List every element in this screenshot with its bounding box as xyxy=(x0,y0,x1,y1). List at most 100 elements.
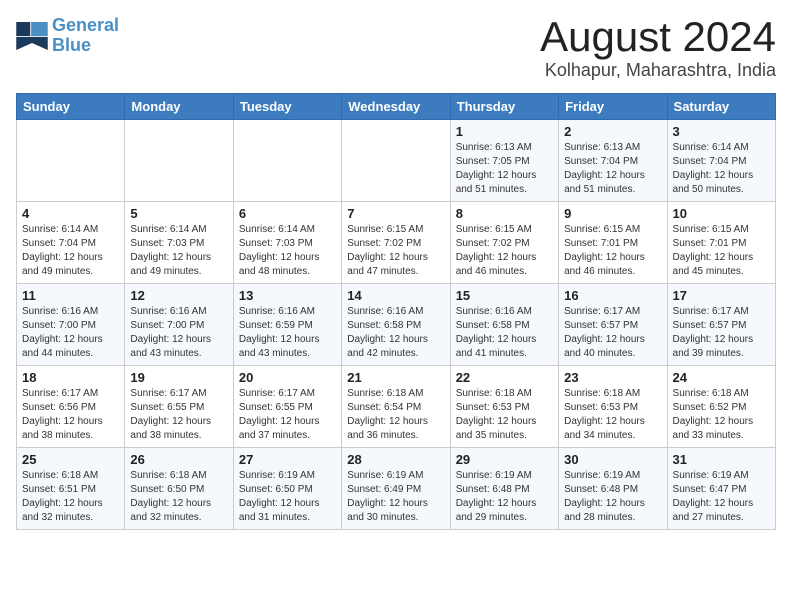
day-number: 5 xyxy=(130,206,227,221)
day-number: 11 xyxy=(22,288,119,303)
day-cell: 13 Sunrise: 6:16 AM Sunset: 6:59 PM Dayli… xyxy=(233,284,341,366)
day-info: Sunrise: 6:17 AM Sunset: 6:57 PM Dayligh… xyxy=(564,305,661,361)
logo-text: General Blue xyxy=(52,16,119,56)
day-cell: 1Sunrise: 6:13 AM Sunset: 7:05 PM Daylig… xyxy=(450,120,558,202)
day-cell: 4 Sunrise: 6:14 AM Sunset: 7:04 PM Daylig… xyxy=(17,202,125,284)
day-number: 16 xyxy=(564,288,661,303)
day-number: 23 xyxy=(564,370,661,385)
day-info: Sunrise: 6:17 AM Sunset: 6:55 PM Dayligh… xyxy=(239,387,336,443)
day-number: 10 xyxy=(673,206,770,221)
day-info: Sunrise: 6:19 AM Sunset: 6:47 PM Dayligh… xyxy=(673,469,770,525)
day-cell: 5 Sunrise: 6:14 AM Sunset: 7:03 PM Daylig… xyxy=(125,202,233,284)
calendar-body: 1Sunrise: 6:13 AM Sunset: 7:05 PM Daylig… xyxy=(17,120,776,530)
day-info: Sunrise: 6:15 AM Sunset: 7:01 PM Dayligh… xyxy=(673,223,770,279)
weekday-header-sunday: Sunday xyxy=(17,94,125,120)
day-info: Sunrise: 6:14 AM Sunset: 7:03 PM Dayligh… xyxy=(130,223,227,279)
day-cell: 12 Sunrise: 6:16 AM Sunset: 7:00 PM Dayli… xyxy=(125,284,233,366)
calendar-table: SundayMondayTuesdayWednesdayThursdayFrid… xyxy=(16,93,776,530)
day-info: Sunrise: 6:15 AM Sunset: 7:02 PM Dayligh… xyxy=(347,223,444,279)
day-number: 30 xyxy=(564,452,661,467)
day-cell: 22Sunrise: 6:18 AM Sunset: 6:53 PM Dayli… xyxy=(450,366,558,448)
day-info: Sunrise: 6:18 AM Sunset: 6:51 PM Dayligh… xyxy=(22,469,119,525)
day-number: 4 xyxy=(22,206,119,221)
week-row-1: 1Sunrise: 6:13 AM Sunset: 7:05 PM Daylig… xyxy=(17,120,776,202)
day-number: 26 xyxy=(130,452,227,467)
calendar-header: SundayMondayTuesdayWednesdayThursdayFrid… xyxy=(17,94,776,120)
day-number: 18 xyxy=(22,370,119,385)
day-number: 14 xyxy=(347,288,444,303)
weekday-header-thursday: Thursday xyxy=(450,94,558,120)
day-cell: 6Sunrise: 6:14 AM Sunset: 7:03 PM Daylig… xyxy=(233,202,341,284)
day-cell xyxy=(342,120,450,202)
day-cell: 24Sunrise: 6:18 AM Sunset: 6:52 PM Dayli… xyxy=(667,366,775,448)
day-number: 31 xyxy=(673,452,770,467)
week-row-3: 11 Sunrise: 6:16 AM Sunset: 7:00 PM Dayli… xyxy=(17,284,776,366)
day-cell: 10 Sunrise: 6:15 AM Sunset: 7:01 PM Dayli… xyxy=(667,202,775,284)
day-info: Sunrise: 6:17 AM Sunset: 6:55 PM Dayligh… xyxy=(130,387,227,443)
day-info: Sunrise: 6:16 AM Sunset: 7:00 PM Dayligh… xyxy=(130,305,227,361)
day-number: 1 xyxy=(456,124,553,139)
day-cell: 20 Sunrise: 6:17 AM Sunset: 6:55 PM Dayli… xyxy=(233,366,341,448)
day-info: Sunrise: 6:15 AM Sunset: 7:01 PM Dayligh… xyxy=(564,223,661,279)
day-cell xyxy=(125,120,233,202)
day-number: 7 xyxy=(347,206,444,221)
week-row-2: 4 Sunrise: 6:14 AM Sunset: 7:04 PM Daylig… xyxy=(17,202,776,284)
day-cell: 26Sunrise: 6:18 AM Sunset: 6:50 PM Dayli… xyxy=(125,448,233,530)
day-cell: 29 Sunrise: 6:19 AM Sunset: 6:48 PM Dayli… xyxy=(450,448,558,530)
weekday-header-friday: Friday xyxy=(559,94,667,120)
day-info: Sunrise: 6:18 AM Sunset: 6:54 PM Dayligh… xyxy=(347,387,444,443)
week-row-4: 18 Sunrise: 6:17 AM Sunset: 6:56 PM Dayli… xyxy=(17,366,776,448)
day-cell: 15Sunrise: 6:16 AM Sunset: 6:58 PM Dayli… xyxy=(450,284,558,366)
day-info: Sunrise: 6:13 AM Sunset: 7:04 PM Dayligh… xyxy=(564,141,661,197)
day-info: Sunrise: 6:16 AM Sunset: 7:00 PM Dayligh… xyxy=(22,305,119,361)
day-info: Sunrise: 6:18 AM Sunset: 6:53 PM Dayligh… xyxy=(564,387,661,443)
day-cell: 30Sunrise: 6:19 AM Sunset: 6:48 PM Dayli… xyxy=(559,448,667,530)
day-info: Sunrise: 6:16 AM Sunset: 6:59 PM Dayligh… xyxy=(239,305,336,361)
day-number: 2 xyxy=(564,124,661,139)
logo: General Blue xyxy=(16,16,119,56)
title-area: August 2024 Kolhapur, Maharashtra, India xyxy=(540,16,776,81)
day-number: 17 xyxy=(673,288,770,303)
day-number: 27 xyxy=(239,452,336,467)
weekday-header-wednesday: Wednesday xyxy=(342,94,450,120)
day-cell: 21 Sunrise: 6:18 AM Sunset: 6:54 PM Dayli… xyxy=(342,366,450,448)
day-cell: 23 Sunrise: 6:18 AM Sunset: 6:53 PM Dayli… xyxy=(559,366,667,448)
day-cell: 17 Sunrise: 6:17 AM Sunset: 6:57 PM Dayli… xyxy=(667,284,775,366)
day-number: 3 xyxy=(673,124,770,139)
day-cell: 19 Sunrise: 6:17 AM Sunset: 6:55 PM Dayli… xyxy=(125,366,233,448)
day-cell xyxy=(233,120,341,202)
day-cell: 3 Sunrise: 6:14 AM Sunset: 7:04 PM Daylig… xyxy=(667,120,775,202)
day-info: Sunrise: 6:19 AM Sunset: 6:50 PM Dayligh… xyxy=(239,469,336,525)
weekday-header-tuesday: Tuesday xyxy=(233,94,341,120)
day-cell: 16 Sunrise: 6:17 AM Sunset: 6:57 PM Dayli… xyxy=(559,284,667,366)
day-cell: 31 Sunrise: 6:19 AM Sunset: 6:47 PM Dayli… xyxy=(667,448,775,530)
day-info: Sunrise: 6:19 AM Sunset: 6:48 PM Dayligh… xyxy=(456,469,553,525)
day-cell: 28Sunrise: 6:19 AM Sunset: 6:49 PM Dayli… xyxy=(342,448,450,530)
day-info: Sunrise: 6:17 AM Sunset: 6:57 PM Dayligh… xyxy=(673,305,770,361)
weekday-header-saturday: Saturday xyxy=(667,94,775,120)
day-cell: 14 Sunrise: 6:16 AM Sunset: 6:58 PM Dayli… xyxy=(342,284,450,366)
day-info: Sunrise: 6:18 AM Sunset: 6:52 PM Dayligh… xyxy=(673,387,770,443)
day-info: Sunrise: 6:14 AM Sunset: 7:04 PM Dayligh… xyxy=(22,223,119,279)
day-number: 9 xyxy=(564,206,661,221)
day-info: Sunrise: 6:14 AM Sunset: 7:04 PM Dayligh… xyxy=(673,141,770,197)
day-number: 29 xyxy=(456,452,553,467)
day-cell: 18 Sunrise: 6:17 AM Sunset: 6:56 PM Dayli… xyxy=(17,366,125,448)
day-number: 19 xyxy=(130,370,227,385)
day-number: 13 xyxy=(239,288,336,303)
day-cell xyxy=(17,120,125,202)
weekday-header-monday: Monday xyxy=(125,94,233,120)
day-cell: 8 Sunrise: 6:15 AM Sunset: 7:02 PM Daylig… xyxy=(450,202,558,284)
day-number: 28 xyxy=(347,452,444,467)
day-cell: 27 Sunrise: 6:19 AM Sunset: 6:50 PM Dayli… xyxy=(233,448,341,530)
day-number: 21 xyxy=(347,370,444,385)
day-number: 8 xyxy=(456,206,553,221)
day-number: 20 xyxy=(239,370,336,385)
day-number: 12 xyxy=(130,288,227,303)
day-info: Sunrise: 6:14 AM Sunset: 7:03 PM Dayligh… xyxy=(239,223,336,279)
day-cell: 9 Sunrise: 6:15 AM Sunset: 7:01 PM Daylig… xyxy=(559,202,667,284)
day-info: Sunrise: 6:17 AM Sunset: 6:56 PM Dayligh… xyxy=(22,387,119,443)
logo-icon xyxy=(16,22,48,50)
day-info: Sunrise: 6:15 AM Sunset: 7:02 PM Dayligh… xyxy=(456,223,553,279)
day-info: Sunrise: 6:16 AM Sunset: 6:58 PM Dayligh… xyxy=(347,305,444,361)
